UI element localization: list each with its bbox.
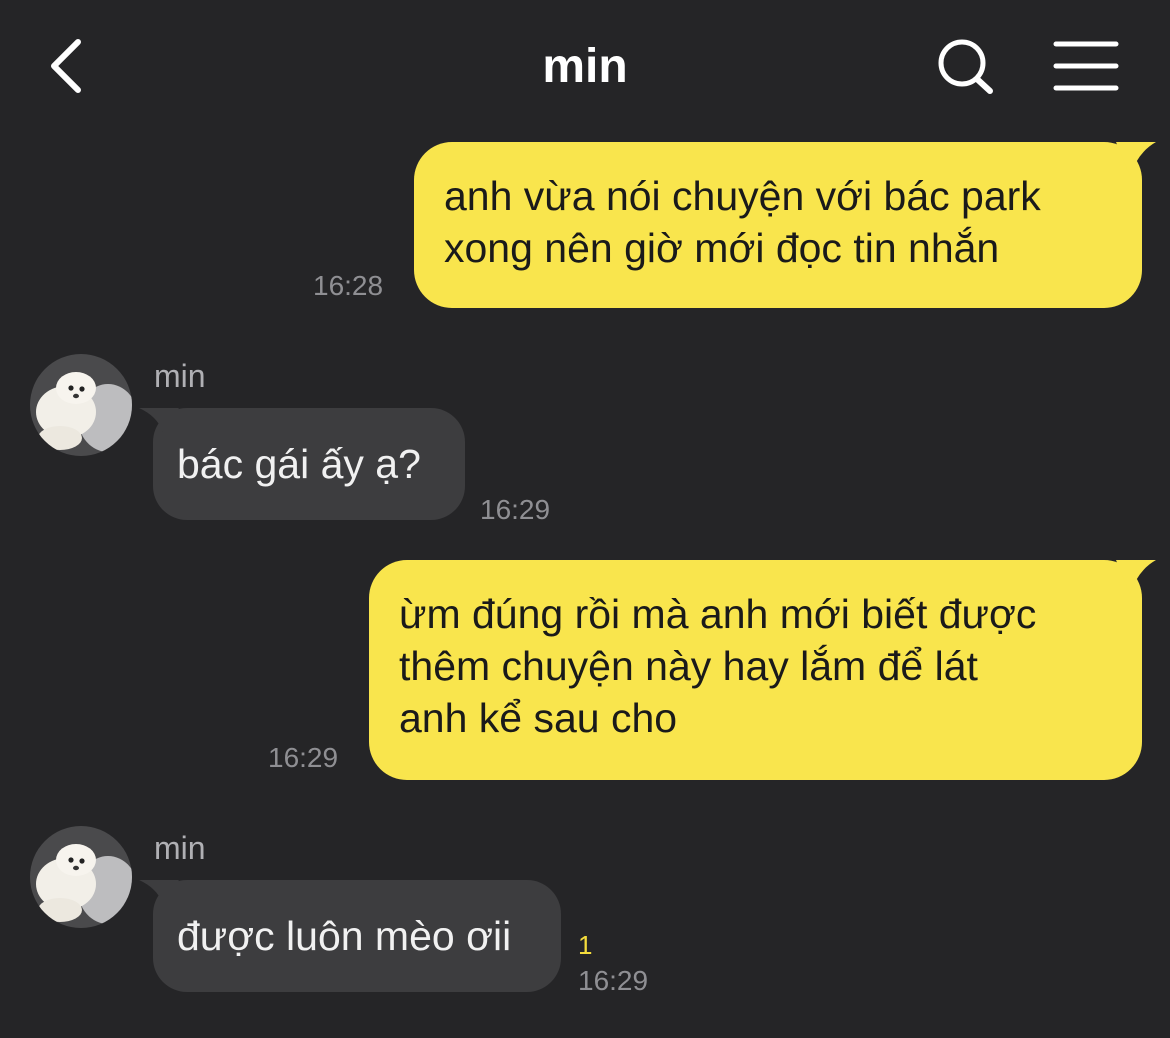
search-button[interactable] xyxy=(930,32,1002,102)
incoming-message-bubble[interactable]: được luôn mèo ơii xyxy=(139,880,561,992)
message-text-line: xong nên giờ mới đọc tin nhắn xyxy=(444,225,1000,271)
message-timestamp: 16:29 xyxy=(480,494,551,525)
back-button[interactable] xyxy=(36,30,106,102)
message-text-line: bác gái ấy ạ? xyxy=(177,441,421,487)
hamburger-menu-icon xyxy=(1053,41,1119,91)
chevron-left-icon xyxy=(51,39,81,93)
message-timestamp: 16:28 xyxy=(313,270,384,301)
search-icon xyxy=(938,39,993,94)
outgoing-message-bubble[interactable]: ừm đúng rồi mà anh mới biết được thêm ch… xyxy=(369,560,1156,780)
message-timestamp: 16:29 xyxy=(578,965,649,996)
outgoing-message-bubble[interactable]: anh vừa nói chuyện với bác park xong nên… xyxy=(414,142,1156,308)
bubble-tail xyxy=(1116,142,1156,176)
message-text-line: anh kể sau cho xyxy=(399,695,678,741)
menu-button[interactable] xyxy=(1046,32,1126,102)
bubble-tail xyxy=(1116,560,1156,594)
message-text-line: anh vừa nói chuyện với bác park xyxy=(444,173,1041,219)
message-text-line: được luôn mèo ơii xyxy=(177,913,512,959)
unread-count: 1 xyxy=(578,930,593,960)
avatar[interactable] xyxy=(30,354,132,456)
chat-header: min xyxy=(0,0,1170,130)
avatar[interactable] xyxy=(30,826,132,928)
dog-avatar-image xyxy=(30,354,132,456)
dog-avatar-image xyxy=(30,826,132,928)
message-timestamp: 16:29 xyxy=(268,742,339,773)
bubble-tail xyxy=(139,880,179,904)
sender-name: min xyxy=(154,358,206,394)
sender-name: min xyxy=(154,830,206,866)
message-text-line: ừm đúng rồi mà anh mới biết được xyxy=(399,591,1037,637)
incoming-message-bubble[interactable]: bác gái ấy ạ? xyxy=(139,408,465,520)
bubble-tail xyxy=(139,408,179,432)
message-text-line: thêm chuyện này hay lắm để lát xyxy=(399,643,978,689)
